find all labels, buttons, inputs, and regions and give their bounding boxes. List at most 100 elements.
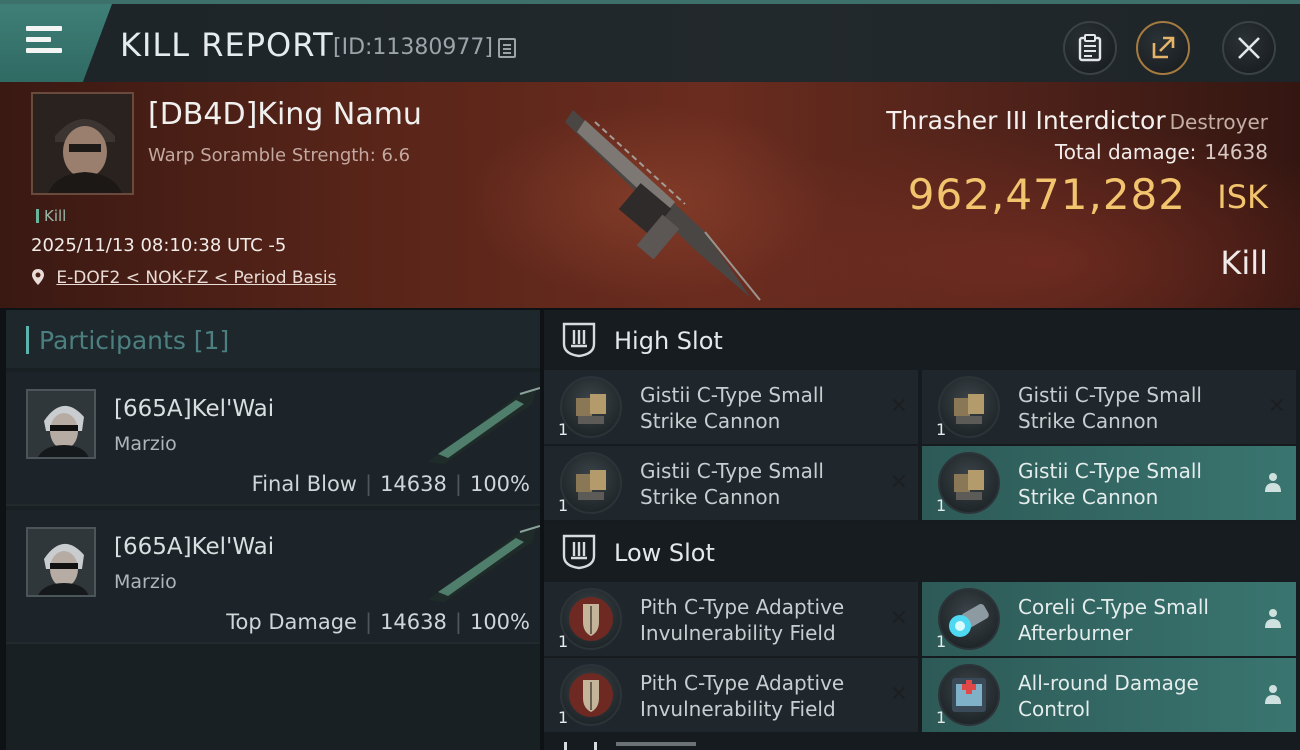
module-card[interactable]: 1 Gistii C-Type Small Strike Cannon ✕ xyxy=(544,446,918,520)
damage-control-icon xyxy=(938,664,1000,726)
share-icon xyxy=(1138,23,1188,73)
module-card[interactable]: 1 Gistii C-Type Small Strike Cannon ✕ xyxy=(544,370,918,444)
location-link[interactable]: E-DOF2 < NOK-FZ < Period Basis xyxy=(56,268,336,288)
destroyed-icon: ✕ xyxy=(889,682,908,707)
module-name-line2: Control xyxy=(1018,697,1091,721)
victim-avatar[interactable] xyxy=(31,92,134,195)
module-name-line1: Gistii C-Type Small xyxy=(640,459,824,483)
module-name-line1: Gistii C-Type Small xyxy=(1018,459,1202,483)
participant-ship-image xyxy=(428,387,540,464)
high-slot-icon xyxy=(562,322,596,358)
kill-result-label: Kill xyxy=(1220,244,1268,282)
module-name-line2: Strike Cannon xyxy=(640,485,781,509)
module-name: Pith C-Type Adaptive Invulnerability Fiel… xyxy=(640,670,870,722)
module-card[interactable]: 1 Gistii C-Type Small Strike Cannon ✕ xyxy=(922,370,1296,444)
victim-name[interactable]: [DB4D]King Namu xyxy=(148,97,422,132)
module-row: 1 Pith C-Type Adaptive Invulnerability Fi… xyxy=(544,658,1300,734)
menu-icon xyxy=(26,26,62,56)
module-quantity: 1 xyxy=(558,708,569,727)
participant-percent: 100% xyxy=(469,472,530,496)
participant-damage: 14638 xyxy=(380,472,447,496)
participant-role: Final Blow xyxy=(251,472,357,496)
strike-cannon-icon xyxy=(938,376,1000,438)
module-card[interactable]: 1 Pith C-Type Adaptive Invulnerability Fi… xyxy=(544,658,918,732)
module-name-line1: All-round Damage xyxy=(1018,671,1199,695)
kill-datetime: 2025/11/13 08:10:38 UTC -5 xyxy=(31,235,287,256)
module-quantity: 1 xyxy=(936,420,947,439)
clipboard-icon xyxy=(1065,23,1115,73)
module-quantity: 1 xyxy=(558,496,569,515)
module-name: Gistii C-Type Small Strike Cannon xyxy=(640,382,870,434)
module-name-line1: Pith C-Type Adaptive xyxy=(640,671,845,695)
share-button[interactable] xyxy=(1136,21,1190,75)
module-name-line2: Strike Cannon xyxy=(1018,409,1159,433)
module-name: Pith C-Type Adaptive Invulnerability Fiel… xyxy=(640,594,870,646)
module-row: 1 Gistii C-Type Small Strike Cannon ✕ 1 G… xyxy=(544,446,1300,522)
module-name-line2: Strike Cannon xyxy=(640,409,781,433)
warp-scramble-strength: Warp Soramble Strength: 6.6 xyxy=(148,145,411,166)
shield-field-icon xyxy=(560,588,622,650)
module-quantity: 1 xyxy=(936,708,947,727)
destroyed-icon: ✕ xyxy=(1267,394,1286,419)
person-icon xyxy=(1265,609,1281,628)
module-name-line2: Strike Cannon xyxy=(1018,485,1159,509)
strike-cannon-icon xyxy=(560,376,622,438)
header-bar: KILL REPORT [ID:11380977] xyxy=(0,0,1300,82)
participant-corp: Marzio xyxy=(114,571,177,593)
copy-icon[interactable] xyxy=(498,38,516,58)
module-card[interactable]: 1 Pith C-Type Adaptive Invulnerability Fi… xyxy=(544,582,918,656)
total-damage-value: 14638 xyxy=(1204,140,1268,164)
victim-banner: [DB4D]King Namu Warp Soramble Strength: … xyxy=(0,82,1300,308)
module-name-line1: Gistii C-Type Small xyxy=(640,383,824,407)
module-name: Gistii C-Type Small Strike Cannon xyxy=(640,458,870,510)
module-name-line1: Pith C-Type Adaptive xyxy=(640,595,845,619)
menu-button[interactable] xyxy=(0,4,112,82)
module-name-line2: Invulnerability Field xyxy=(640,697,836,721)
ship-name: Thrasher III Interdictor xyxy=(886,106,1166,135)
destroyed-icon: ✕ xyxy=(889,394,908,419)
module-card[interactable]: 1 Gistii C-Type Small Strike Cannon xyxy=(922,446,1296,520)
module-quantity: 1 xyxy=(558,420,569,439)
module-name: Gistii C-Type Small Strike Cannon xyxy=(1018,458,1248,510)
participants-panel: Participants [1] [665A]Kel'Wai Marzio Fi… xyxy=(6,310,540,750)
module-card[interactable]: 1 All-round Damage Control xyxy=(922,658,1296,732)
person-icon xyxy=(1265,473,1281,492)
isk-unit: ISK xyxy=(1217,178,1268,216)
participant-stats: Top Damage | 14638 | 100% xyxy=(226,610,530,634)
participant-stats: Final Blow | 14638 | 100% xyxy=(252,472,530,496)
stats-divider: | xyxy=(364,610,373,634)
module-name: Coreli C-Type Small Afterburner xyxy=(1018,594,1248,646)
shield-field-icon xyxy=(560,664,622,726)
kill-location[interactable]: E-DOF2 < NOK-FZ < Period Basis xyxy=(31,268,336,288)
participant-corp: Marzio xyxy=(114,433,177,455)
module-card[interactable]: 1 Coreli C-Type Small Afterburner xyxy=(922,582,1296,656)
participant-row[interactable]: [665A]Kel'Wai Marzio Top Damage | 14638 | 10… xyxy=(6,510,540,644)
close-icon xyxy=(1224,23,1274,73)
module-name-line1: Coreli C-Type Small xyxy=(1018,595,1209,619)
clipboard-button[interactable] xyxy=(1063,21,1117,75)
close-button[interactable] xyxy=(1222,21,1276,75)
participants-header: Participants [1] xyxy=(6,310,540,368)
isk-value: 962,471,282 xyxy=(907,170,1186,219)
module-name-line2: Invulnerability Field xyxy=(640,621,836,645)
participant-avatar[interactable] xyxy=(26,389,96,459)
participant-damage: 14638 xyxy=(380,610,447,634)
strike-cannon-icon xyxy=(938,452,1000,514)
participant-name[interactable]: [665A]Kel'Wai xyxy=(114,534,274,560)
destroyed-icon: ✕ xyxy=(889,470,908,495)
page-title: KILL REPORT xyxy=(120,26,334,64)
low-slot-title: Low Slot xyxy=(614,539,715,567)
participant-name[interactable]: [665A]Kel'Wai xyxy=(114,396,274,422)
module-quantity: 1 xyxy=(936,496,947,515)
person-icon xyxy=(1265,685,1281,704)
low-slot-header: Low Slot xyxy=(544,522,1300,582)
afterburner-icon xyxy=(938,588,1000,650)
stats-divider: | xyxy=(454,472,462,496)
strike-cannon-icon xyxy=(560,452,622,514)
participant-ship-image xyxy=(428,525,540,602)
module-name-line2: Afterburner xyxy=(1018,621,1133,645)
participant-avatar[interactable] xyxy=(26,527,96,597)
participant-row[interactable]: [665A]Kel'Wai Marzio Final Blow | 14638 | 10… xyxy=(6,372,540,506)
high-slot-header: High Slot xyxy=(544,310,1300,370)
participant-role: Top Damage xyxy=(226,610,357,634)
